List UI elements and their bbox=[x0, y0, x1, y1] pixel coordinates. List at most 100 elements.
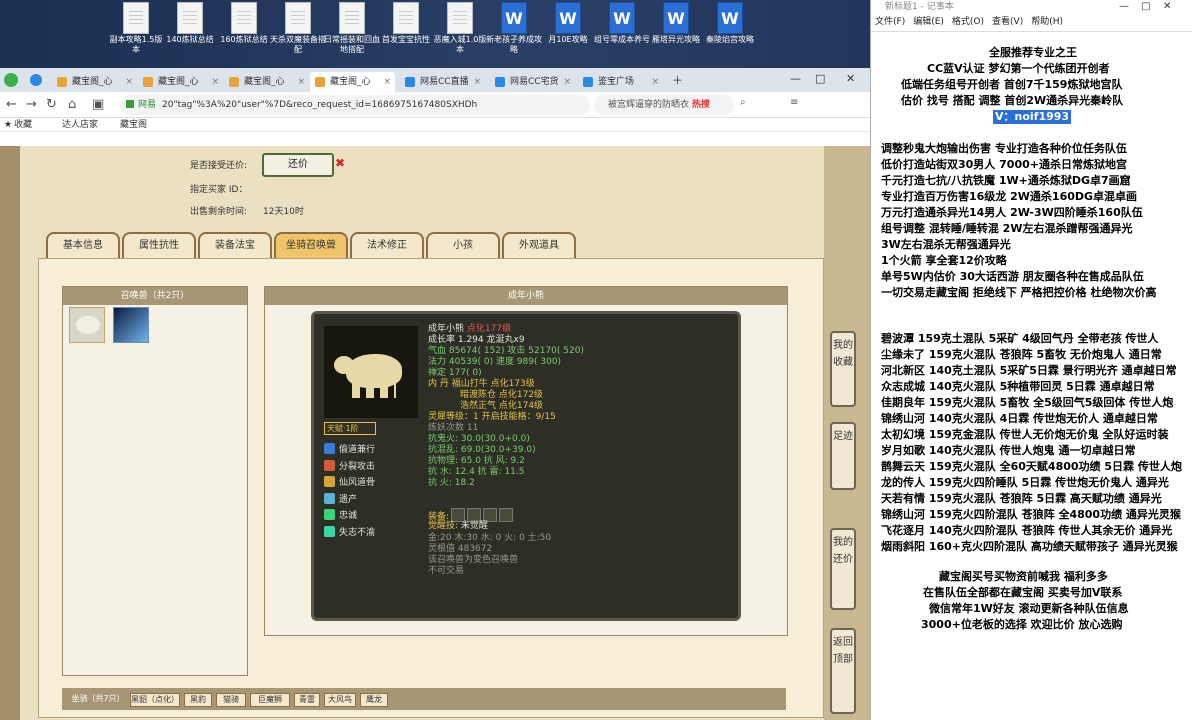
desktop-file-label: 日常摇装和回血地搭配 bbox=[324, 35, 380, 54]
bookmark-item[interactable]: 达人店家 bbox=[62, 118, 98, 132]
bookmark-item[interactable]: 收藏 bbox=[14, 118, 32, 132]
side-button-1[interactable]: 足迹 bbox=[830, 422, 856, 490]
close-icon[interactable]: ✖ bbox=[335, 156, 345, 170]
desktop-file-icon[interactable]: W 月10E攻略 bbox=[540, 2, 596, 45]
side-button-2[interactable]: 我的还价 bbox=[830, 528, 856, 610]
forward-icon[interactable]: → bbox=[26, 97, 37, 112]
desktop-file-icon[interactable]: 恶魔入城1.0版本 bbox=[432, 2, 488, 55]
pet-skill[interactable]: 忠诚 bbox=[324, 508, 357, 521]
mount-tab[interactable]: 猫骑 bbox=[216, 693, 246, 707]
pet-skill[interactable]: 遗产 bbox=[324, 492, 357, 505]
minimize-button[interactable]: — bbox=[1119, 0, 1129, 14]
bag-icon[interactable]: ▣ bbox=[92, 97, 104, 112]
pet-thumb-bear[interactable] bbox=[69, 307, 105, 343]
close-window-button[interactable]: ✕ bbox=[846, 72, 855, 85]
browser-tab[interactable]: 藏宝阁_心 × bbox=[310, 72, 395, 92]
pet-note-color: 该召唤兽为变色召唤兽 bbox=[428, 555, 519, 565]
summon-list: 召唤兽（共2只） bbox=[62, 286, 248, 676]
pet-skill[interactable]: 仙风道骨 bbox=[324, 475, 375, 488]
home-icon[interactable]: ⌂ bbox=[68, 97, 76, 112]
close-window-button[interactable]: ✕ bbox=[1163, 0, 1171, 14]
desktop-file-icon[interactable]: 首发宝宝抗性 bbox=[378, 2, 434, 45]
maximize-button[interactable]: □ bbox=[1141, 0, 1150, 14]
skill-icon bbox=[324, 443, 335, 454]
tab-favicon-icon bbox=[229, 77, 239, 87]
tab-4[interactable]: 法术修正 bbox=[350, 232, 424, 258]
browser-tab[interactable]: 鉴宝广场 × bbox=[578, 72, 663, 92]
pet-skill[interactable]: 分裂攻击 bbox=[324, 459, 375, 472]
tab-close-icon[interactable]: × bbox=[211, 72, 219, 92]
maximize-button[interactable]: □ bbox=[815, 72, 825, 85]
desktop-file-icon[interactable]: 天杀双魔装备搭配 bbox=[270, 2, 326, 55]
pet-res-physical: 抗物理: 65.0 抗 风: 9.2 bbox=[428, 456, 525, 466]
tab-close-icon[interactable]: × bbox=[473, 72, 481, 92]
pet-thumb-ice[interactable] bbox=[113, 307, 149, 343]
mount-tab[interactable]: 青雷 bbox=[294, 693, 320, 707]
notepad-menu: 文件(F) 编辑(E) 格式(O) 查看(V) 帮助(H) bbox=[871, 14, 1192, 32]
browser-tab[interactable]: 藏宝阁_心 × bbox=[224, 72, 309, 92]
notepad-line: 低端任务组号开创者 首创7千159炼狱地宫队 bbox=[901, 78, 1123, 91]
mount-tab[interactable]: 黑豹 bbox=[184, 693, 212, 707]
browser-tab[interactable]: 网易CC宅货 × bbox=[490, 72, 575, 92]
desktop-file-label: 秦陵焰宫攻略 bbox=[706, 35, 754, 44]
notepad-line: 飞花逐月 140克火四阶混队 苍狼阵 传世人其余无价 通异光 bbox=[881, 524, 1173, 537]
tab-1[interactable]: 属性抗性 bbox=[122, 232, 196, 258]
mount-tab[interactable]: 鹰龙 bbox=[360, 693, 388, 707]
search-input[interactable]: 被宫辉逼穿的防晒衣 热搜 bbox=[594, 95, 734, 115]
notepad-menu-item[interactable]: 文件(F) bbox=[875, 17, 905, 27]
mount-tab[interactable]: 坐骑（共7只） bbox=[68, 693, 128, 707]
mount-tab[interactable]: 巨魔狮 bbox=[250, 693, 290, 707]
equip-slot[interactable] bbox=[499, 508, 514, 522]
desktop-file-icon[interactable]: 160炼狱总结 bbox=[216, 2, 272, 45]
desktop-file-icon[interactable]: 副本攻略1.5版本 bbox=[108, 2, 164, 55]
equip-slot[interactable] bbox=[451, 508, 466, 522]
mount-tab[interactable]: 大风鸟 bbox=[324, 693, 356, 707]
tab-0[interactable]: 基本信息 bbox=[46, 232, 120, 258]
equip-slot[interactable] bbox=[483, 508, 498, 522]
tab-5[interactable]: 小孩 bbox=[426, 232, 500, 258]
counter-offer-button[interactable]: 还价 bbox=[262, 153, 334, 177]
bookmark-item[interactable]: 藏宝阁 bbox=[120, 118, 147, 132]
side-button-0[interactable]: 我的收藏 bbox=[830, 331, 856, 407]
tab-close-icon[interactable]: × bbox=[297, 72, 305, 92]
side-button-3[interactable]: 返回顶部 bbox=[830, 628, 856, 714]
notepad-menu-item[interactable]: 查看(V) bbox=[992, 17, 1023, 27]
tab-2[interactable]: 装备法宝 bbox=[198, 232, 272, 258]
tab-close-icon[interactable]: × bbox=[651, 72, 659, 92]
desktop-file-icon[interactable]: W 新老孩子养成攻略 bbox=[486, 2, 542, 55]
mount-tab[interactable]: 黑貂（点化） bbox=[130, 693, 180, 707]
browser-tab[interactable]: 藏宝阁_心 × bbox=[138, 72, 223, 92]
notepad-menu-item[interactable]: 格式(O) bbox=[952, 17, 984, 27]
desktop-file-icon[interactable]: 140炼狱总结 bbox=[162, 2, 218, 45]
notepad-menu-item[interactable]: 编辑(E) bbox=[913, 17, 944, 27]
equip-slot[interactable] bbox=[467, 508, 482, 522]
desktop-file-icon[interactable]: W 秦陵焰宫攻略 bbox=[702, 2, 758, 45]
pet-skill[interactable]: 失志不渝 bbox=[324, 525, 375, 538]
browser-tab[interactable]: 藏宝阁_心 × bbox=[52, 72, 137, 92]
new-tab-button[interactable]: ＋ bbox=[672, 72, 683, 88]
menu-icon[interactable]: ≡ bbox=[790, 97, 798, 108]
url-input[interactable]: 网易 20"tag"%3A%20"user"%7D&reco_request_id… bbox=[120, 95, 590, 115]
browser-tab[interactable]: 网易CC直播 × bbox=[400, 72, 485, 92]
tab-close-icon[interactable]: × bbox=[383, 72, 391, 92]
skill-icon bbox=[324, 525, 335, 537]
tab-close-icon[interactable]: × bbox=[563, 72, 571, 92]
tab-6[interactable]: 外观道具 bbox=[502, 232, 576, 258]
minimize-button[interactable]: — bbox=[790, 72, 801, 85]
desktop-file-icon[interactable]: W 组号零成本养号 bbox=[594, 2, 650, 45]
refresh-icon[interactable]: ↻ bbox=[46, 97, 57, 112]
notepad-menu-item[interactable]: 帮助(H) bbox=[1031, 17, 1063, 27]
notepad-line: 龙的传人 159克火四阶睡队 5日霖 传世炮无价鬼人 通异光 bbox=[881, 476, 1169, 489]
back-icon[interactable]: ← bbox=[6, 97, 17, 112]
notepad-line: 岁月如歌 140克火混队 传世人炮鬼 通一切卓越日常 bbox=[881, 444, 1136, 457]
extension-icon[interactable] bbox=[30, 74, 42, 86]
tab-3[interactable]: 坐骑召唤兽 bbox=[274, 232, 348, 258]
tab-close-icon[interactable]: × bbox=[125, 72, 133, 92]
desktop-file-label: 新老孩子养成攻略 bbox=[486, 35, 542, 54]
pet-skill[interactable]: 偷道兼行 bbox=[324, 442, 375, 455]
url-site: 网易 bbox=[138, 100, 157, 110]
search-icon[interactable]: ⌕ bbox=[740, 97, 746, 108]
desktop-file-icon[interactable]: W 雁塔异光攻略 bbox=[648, 2, 704, 45]
desktop-file-label: 160炼狱总结 bbox=[220, 35, 268, 44]
desktop-file-icon[interactable]: 日常摇装和回血地搭配 bbox=[324, 2, 380, 55]
